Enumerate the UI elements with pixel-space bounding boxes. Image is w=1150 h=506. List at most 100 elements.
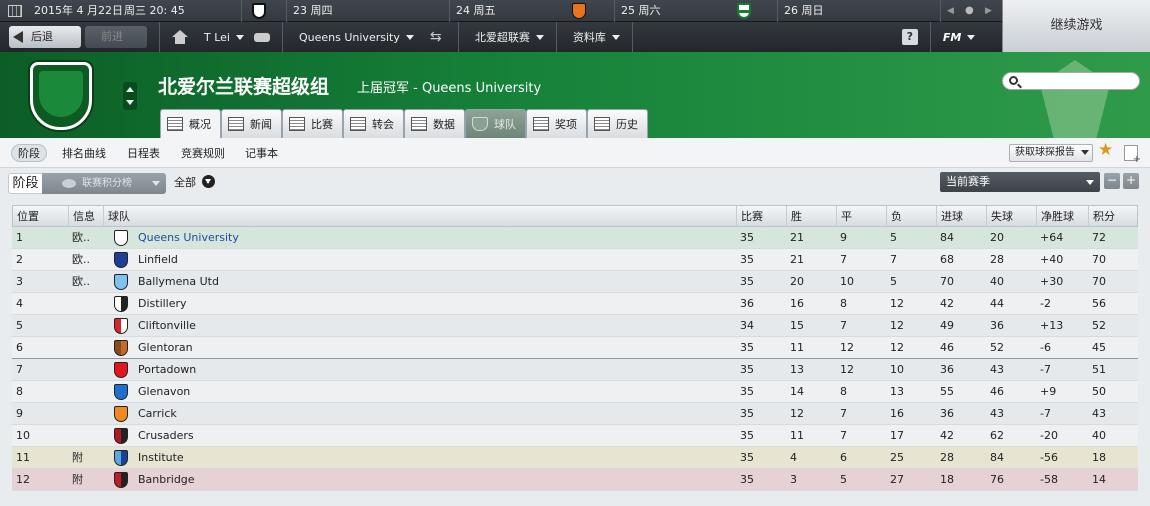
all-filter-dropdown[interactable]: 全部 bbox=[174, 173, 215, 191]
cell-won: 20 bbox=[790, 275, 804, 288]
cell-position: 1 bbox=[16, 231, 23, 244]
col-header-team[interactable]: 球队 bbox=[104, 206, 737, 228]
competition-switch-arrows-icon[interactable] bbox=[123, 82, 137, 110]
database-menu[interactable]: 资料库 bbox=[573, 22, 620, 52]
tab-news[interactable]: 新闻 bbox=[221, 109, 282, 138]
cell-team[interactable]: Cliftonville bbox=[134, 315, 734, 337]
expand-button[interactable]: + bbox=[1123, 173, 1139, 189]
sub-navigation: 阶段 排名曲线 日程表 竞赛规则 记事本 获取球探报告 ★ bbox=[0, 138, 1150, 168]
subtab-fixtures[interactable]: 日程表 bbox=[127, 145, 160, 163]
tab-history[interactable]: 历史 bbox=[587, 109, 648, 138]
table-row[interactable]: 8 Glenavon 35 14 8 13 55 46 +9 50 bbox=[12, 381, 1138, 403]
cell-goals-against: 43 bbox=[990, 363, 1004, 376]
table-row[interactable]: 11 附 Institute 35 4 6 25 28 84 -56 18 bbox=[12, 447, 1138, 469]
table-row[interactable]: 5 Cliftonville 34 15 7 12 49 36 +13 52 bbox=[12, 315, 1138, 337]
col-header-goals-for[interactable]: 进球 bbox=[937, 206, 987, 228]
cell-team[interactable]: Glentoran bbox=[134, 337, 734, 359]
search-input[interactable] bbox=[1002, 72, 1140, 90]
col-header-played[interactable]: 比赛 bbox=[737, 206, 787, 228]
tab-matches[interactable]: 比赛 bbox=[282, 109, 343, 138]
scout-report-button[interactable]: 获取球探报告 bbox=[1009, 144, 1093, 162]
cell-team[interactable]: Ballymena Utd bbox=[134, 271, 734, 293]
chevron-down-icon bbox=[1086, 180, 1094, 185]
club-menu[interactable]: Queens University bbox=[299, 22, 414, 52]
calendar-day-26[interactable]: 26 周日 bbox=[778, 0, 941, 22]
cell-info: 附 bbox=[72, 473, 83, 486]
continue-game-button[interactable]: 继续游戏 bbox=[1002, 0, 1150, 52]
current-date-cell[interactable]: 2015年 4 月22日 周三 20: 45 bbox=[0, 0, 242, 22]
table-row[interactable]: 4 Distillery 36 16 8 12 42 44 -2 56 bbox=[12, 293, 1138, 315]
scroll-center-icon[interactable]: ● bbox=[965, 0, 974, 22]
manager-menu[interactable]: T Lei bbox=[204, 22, 244, 52]
tab-overview[interactable]: 概况 bbox=[160, 109, 221, 138]
subtab-stages[interactable]: 阶段 bbox=[11, 144, 47, 162]
col-header-won[interactable]: 胜 bbox=[787, 206, 837, 228]
cell-team[interactable]: Crusaders bbox=[134, 425, 734, 447]
calendar-day-23[interactable]: 23 周四 bbox=[287, 0, 450, 22]
help-button[interactable]: ? bbox=[901, 29, 918, 45]
col-header-position[interactable]: 位置 bbox=[13, 206, 69, 228]
col-header-lost[interactable]: 负 bbox=[887, 206, 937, 228]
cell-team[interactable]: Institute bbox=[134, 447, 734, 469]
eye-icon bbox=[62, 179, 76, 188]
view-select[interactable]: 联赛积分榜 bbox=[42, 173, 166, 194]
cell-drawn: 7 bbox=[840, 407, 847, 420]
col-header-goals-against[interactable]: 失球 bbox=[987, 206, 1037, 228]
cell-team[interactable]: Glenavon bbox=[134, 381, 734, 403]
fm-menu-button[interactable]: FM bbox=[942, 30, 976, 44]
calendar-day-24[interactable]: 24 周五 bbox=[450, 0, 615, 22]
table-row[interactable]: 9 Carrick 35 12 7 16 36 43 -7 43 bbox=[12, 403, 1138, 425]
home-icon[interactable] bbox=[172, 30, 188, 44]
cell-team[interactable]: Distillery bbox=[134, 293, 734, 315]
subtab-ranking-graph[interactable]: 排名曲线 bbox=[62, 145, 106, 163]
swap-icon[interactable]: ⇆ bbox=[430, 30, 446, 44]
star-icon[interactable]: ★ bbox=[1098, 141, 1116, 159]
tab-awards[interactable]: 奖项 bbox=[526, 109, 587, 138]
cell-team[interactable]: Carrick bbox=[134, 403, 734, 425]
competition-menu[interactable]: 北爱超联赛 bbox=[475, 22, 544, 52]
table-row[interactable]: 6 Glentoran 35 11 12 12 46 52 -6 45 bbox=[12, 337, 1138, 359]
search-icon bbox=[1009, 76, 1018, 85]
match-indicator-cell[interactable] bbox=[242, 0, 287, 22]
manager-name: T Lei bbox=[204, 30, 230, 44]
table-row[interactable]: 3 欧.. Ballymena Utd 35 20 10 5 70 40 +30 70 bbox=[12, 271, 1138, 293]
cell-team[interactable]: Banbridge bbox=[134, 469, 734, 491]
table-row[interactable]: 2 欧.. Linfield 35 21 7 7 68 28 +40 70 bbox=[12, 249, 1138, 271]
cell-goal-diff: -7 bbox=[1040, 407, 1051, 420]
tab-teams[interactable]: 球队 bbox=[465, 109, 526, 138]
cell-team[interactable]: Portadown bbox=[134, 359, 734, 381]
tab-transfers[interactable]: 转会 bbox=[343, 109, 404, 138]
forward-button[interactable]: 前进 bbox=[85, 26, 147, 48]
previous-champion[interactable]: 上届冠军 - Queens University bbox=[357, 77, 541, 96]
table-row[interactable]: 10 Crusaders 35 11 7 17 42 62 -20 40 bbox=[12, 425, 1138, 447]
scroll-left-icon[interactable]: ◀ bbox=[947, 0, 954, 22]
cell-info: 欧.. bbox=[72, 275, 90, 288]
fm-label: FM bbox=[942, 30, 962, 44]
col-header-drawn[interactable]: 平 bbox=[837, 206, 887, 228]
cell-goals-for: 18 bbox=[940, 473, 954, 486]
car-icon[interactable] bbox=[253, 32, 270, 42]
cell-goal-diff: +40 bbox=[1040, 253, 1064, 266]
col-header-points[interactable]: 积分 bbox=[1089, 206, 1139, 228]
back-button[interactable]: 后退 bbox=[9, 26, 81, 48]
cell-drawn: 12 bbox=[840, 363, 854, 376]
cell-info bbox=[68, 381, 103, 403]
stats-icon bbox=[411, 117, 427, 131]
cell-team[interactable]: Queens University bbox=[134, 227, 734, 249]
scroll-right-icon[interactable]: ▶ bbox=[985, 0, 992, 22]
tab-stats[interactable]: 数据 bbox=[404, 109, 465, 138]
season-select[interactable]: 当前赛季 bbox=[940, 172, 1100, 192]
cell-team[interactable]: Linfield bbox=[134, 249, 734, 271]
calendar-scroll-controls[interactable]: ◀ ● ▶ bbox=[941, 0, 1002, 22]
table-row[interactable]: 1 欧.. Queens University 35 21 9 5 84 20 +64 72 bbox=[12, 227, 1138, 249]
table-row[interactable]: 7 Portadown 35 13 12 10 36 43 -7 51 bbox=[12, 359, 1138, 381]
col-header-info[interactable]: 信息 bbox=[69, 206, 104, 228]
calendar-day-25[interactable]: 25 周六 bbox=[615, 0, 778, 22]
add-note-icon[interactable] bbox=[1124, 145, 1141, 165]
cell-drawn: 7 bbox=[840, 253, 847, 266]
subtab-notes[interactable]: 记事本 bbox=[245, 145, 278, 163]
subtab-rules[interactable]: 竞赛规则 bbox=[181, 145, 225, 163]
collapse-button[interactable]: − bbox=[1104, 173, 1120, 189]
table-row[interactable]: 12 附 Banbridge 35 3 5 27 18 76 -58 14 bbox=[12, 469, 1138, 491]
col-header-goal-diff[interactable]: 净胜球 bbox=[1037, 206, 1089, 228]
